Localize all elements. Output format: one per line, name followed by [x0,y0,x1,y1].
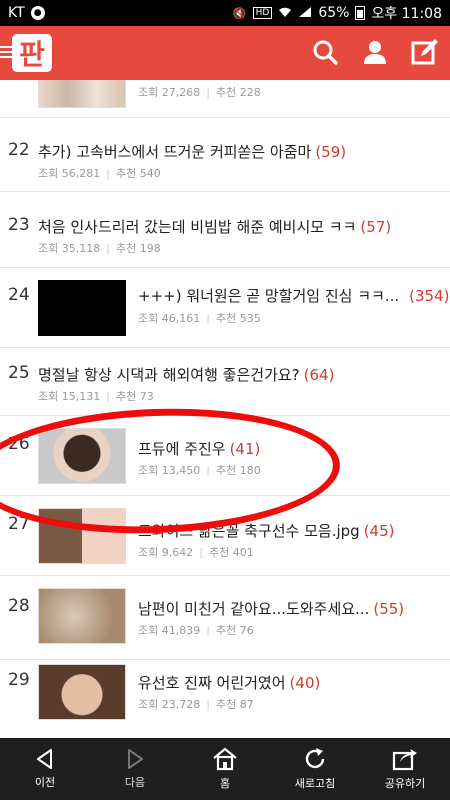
list-item[interactable]: 29 유선호 진짜 어린거였어 (40) 조회 23,728 | 추천 87 [0,660,450,738]
ranking-list: 조회 27,268 | 추천 228 22 추가) 고속버스에서 뜨거운 커피쏟은 … [0,80,450,738]
rank-number: 22 [8,140,30,160]
post-meta: 조회 46,161 | 추천 535 [138,312,261,325]
comment-count: (55) [373,600,405,618]
status-bar: KT ● 🔇 HD 65% 오후 11:08 [0,0,450,26]
rank-number: 25 [8,363,30,383]
post-title[interactable]: +++) 워너원은 곧 망할거임 진심 ㅋㅋ... (354) [138,285,449,306]
post-title[interactable]: 명절날 항상 시댁과 해외여행 좋은건가요? (64) [38,364,334,385]
forward-button[interactable]: 다음 [90,738,180,800]
post-meta: 조회 27,268 | 추천 228 [138,86,261,99]
comment-count: (45) [363,522,395,540]
list-item[interactable]: 조회 27,268 | 추천 228 [0,80,450,118]
comment-count: (354) [409,287,450,305]
battery-percent: 65% [318,5,350,21]
comment-count: (40) [289,674,321,692]
rank-number: 23 [8,215,30,235]
pann-logo[interactable]: 판 [12,34,52,72]
rank-number: 24 [8,285,30,305]
post-thumbnail [38,508,126,564]
bottom-nav: 이전 다음 홈 새로고침 공유하기 [0,738,450,800]
post-meta: 조회 56,281 | 추천 540 [38,167,161,180]
post-thumbnail [38,80,126,108]
rank-number: 29 [8,670,30,690]
post-title[interactable]: 처음 인사드리러 갔는데 비빔밥 해준 예비시모 ㅋㅋ (57) [38,216,391,237]
post-meta: 조회 15,131 | 추천 73 [38,390,154,403]
rank-number: 26 [8,434,30,454]
write-button[interactable] [410,37,440,67]
home-button[interactable]: 홈 [180,738,270,800]
mute-icon: 🔇 [232,6,247,20]
messenger-icon: ● [30,6,45,20]
carrier-label: KT [8,5,25,21]
post-thumbnail [38,664,126,720]
refresh-button[interactable]: 새로고침 [270,738,360,800]
home-icon [213,747,237,771]
post-title[interactable]: 프듀에 주진우 (41) [138,438,260,459]
post-thumbnail [38,280,126,336]
list-item[interactable]: 24 +++) 워너원은 곧 망할거임 진심 ㅋㅋ... (354) 조회 46,… [0,268,450,348]
comment-count: (41) [229,440,261,458]
back-button[interactable]: 이전 [0,738,90,800]
post-meta: 조회 9,642 | 추천 401 [138,546,254,559]
forward-icon [128,749,143,769]
post-title[interactable]: 추가) 고속버스에서 뜨거운 커피쏟은 아줌마 (59) [38,141,346,162]
list-item[interactable]: 28 남편이 미친거 같아요...도와주세요... (55) 조회 41,839 |… [0,576,450,660]
user-icon [364,41,386,64]
comment-count: (57) [360,218,392,236]
app-bar: 판 [0,26,450,80]
share-icon [392,749,417,771]
post-title[interactable]: 남편이 미친거 같아요...도와주세요... (55) [138,598,404,619]
refresh-icon [305,748,325,769]
post-thumbnail [38,428,126,484]
post-meta: 조회 35,118 | 추천 198 [38,242,161,255]
back-icon [37,749,52,769]
post-title[interactable]: 트와이스 닮은꼴 축구선수 모음.jpg (45) [138,520,394,541]
comment-count: (59) [315,143,347,161]
search-icon [313,40,338,65]
rank-number: 28 [8,596,30,616]
hd-icon: HD [252,7,273,19]
post-meta: 조회 23,728 | 추천 87 [138,698,254,711]
list-item[interactable]: 23 처음 인사드리러 갔는데 비빔밥 해준 예비시모 ㅋㅋ (57) 조회 35… [0,192,450,268]
post-meta: 조회 41,839 | 추천 76 [138,624,254,637]
post-thumbnail [38,588,126,644]
comment-count: (64) [303,366,335,384]
rank-number: 27 [8,514,30,534]
post-title[interactable]: 유선호 진짜 어린거였어 (40) [138,672,320,693]
list-item[interactable]: 26 프듀에 주진우 (41) 조회 13,450 | 추천 180 [0,416,450,496]
edit-icon [411,39,438,65]
signal-icon [298,6,312,21]
clock: 오후 11:08 [371,6,442,22]
list-item[interactable]: 22 추가) 고속버스에서 뜨거운 커피쏟은 아줌마 (59) 조회 56,281… [0,118,450,192]
wifi-icon [278,6,292,21]
share-button[interactable]: 공유하기 [360,738,450,800]
search-button[interactable] [310,37,340,67]
list-item[interactable]: 25 명절날 항상 시댁과 해외여행 좋은건가요? (64) 조회 15,131 |… [0,348,450,416]
post-meta: 조회 13,450 | 추천 180 [138,464,261,477]
list-item[interactable]: 27 트와이스 닮은꼴 축구선수 모음.jpg (45) 조회 9,642 | 추천 … [0,496,450,576]
profile-button[interactable] [360,37,390,67]
battery-icon [355,6,366,20]
menu-icon[interactable] [0,46,12,58]
